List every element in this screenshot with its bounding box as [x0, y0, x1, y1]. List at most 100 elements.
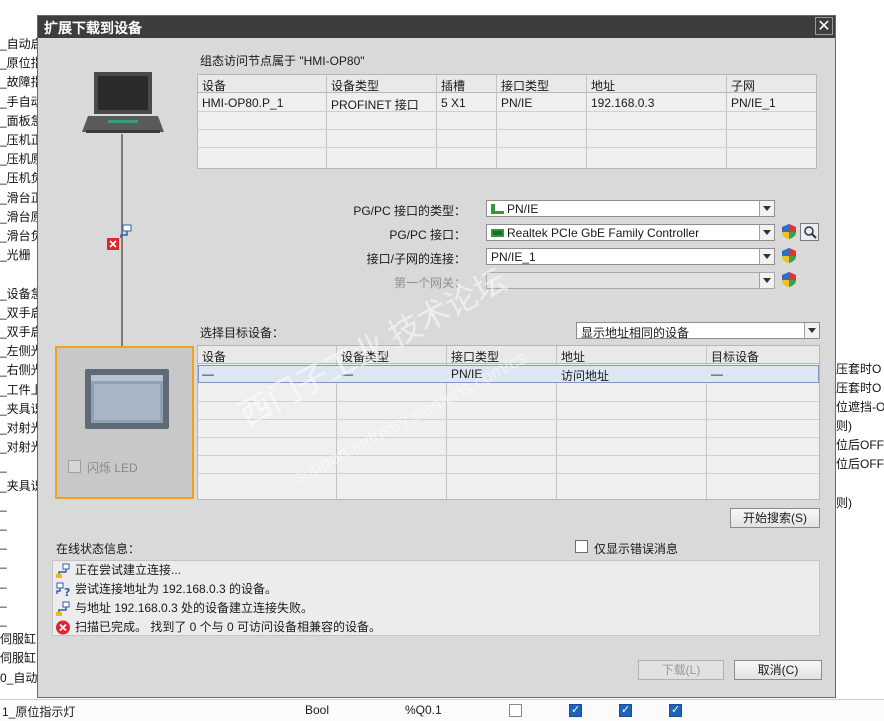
col-header-device: 设备 — [202, 350, 227, 364]
close-button[interactable]: ✕ — [815, 17, 833, 35]
target-device-panel: 闪烁 LED — [55, 346, 194, 499]
shield-icon[interactable] — [782, 224, 796, 239]
pgpc-type-value: PN/IE — [507, 202, 539, 216]
node-cell-interface-type: PN/IE — [501, 96, 533, 110]
cancel-button[interactable]: 取消(C) — [734, 660, 822, 680]
background-bottom-row: 1_原位指示灯 Bool %Q0.1 — [0, 699, 884, 721]
target-table-row-selected[interactable] — [198, 365, 819, 383]
background-list-item: _滑台原 — [0, 209, 40, 224]
target-cell-interface-type: PN/IE — [451, 367, 483, 381]
background-list-item: _ — [0, 593, 7, 608]
pgpc-type-label: PG/PC 接口的类型： — [353, 204, 466, 218]
background-list-item: _滑台负 — [0, 229, 40, 243]
magnifier-icon — [804, 226, 817, 239]
subnet-connection-value: PN/IE_1 — [491, 250, 536, 264]
status-message-text: 尝试连接地址为 192.168.0.3 的设备。 — [75, 582, 278, 596]
background-list-item: _ — [0, 555, 7, 570]
properties-button[interactable] — [800, 223, 819, 241]
target-cell-address: 访问地址 — [561, 369, 610, 383]
background-list-item: _压机原 — [0, 152, 40, 167]
target-filter-value: 显示地址相同的设备 — [581, 326, 690, 340]
target-device-table: 设备 设备类型 接口类型 地址 目标设备 — — PN/IE 访问地址 — — [197, 345, 820, 500]
col-header-address: 地址 — [561, 350, 586, 364]
flash-led-checkbox[interactable] — [68, 460, 81, 473]
shield-icon[interactable] — [782, 248, 796, 263]
chevron-down-icon[interactable] — [759, 225, 774, 240]
node-cell-subnet: PN/IE_1 — [731, 96, 776, 110]
background-list-item: _ — [0, 459, 7, 474]
target-cell-device-type: — — [341, 367, 353, 381]
errors-only-label: 仅显示错误消息 — [594, 542, 679, 556]
background-list-item: _压机负 — [0, 171, 40, 186]
connection-question-icon: ? — [56, 582, 70, 597]
target-device-label: 选择目标设备： — [200, 326, 285, 340]
row-checkbox-4[interactable] — [669, 703, 682, 717]
subnet-connection-dropdown[interactable]: PN/IE_1 — [486, 248, 775, 265]
background-list-item: _ — [0, 517, 7, 531]
download-button[interactable]: 下载(L) — [638, 660, 724, 680]
pgpc-interface-dropdown[interactable]: Realtek PCIe GbE Family Controller — [486, 224, 775, 241]
background-list-item: _对射光 — [0, 440, 40, 455]
status-message-list: 正在尝试建立连接... ? 尝试连接地址为 192.168.0.3 的设备。 与… — [52, 560, 820, 636]
variable-type: Bool — [305, 703, 330, 717]
background-list-item: _压机正 — [0, 133, 40, 147]
first-gateway-dropdown[interactable] — [486, 272, 775, 289]
status-message-text: 正在尝试建立连接... — [75, 563, 182, 577]
pgpc-type-dropdown[interactable]: PN/IE — [486, 200, 775, 217]
row-checkbox-2[interactable] — [569, 703, 582, 717]
background-comment-item: 压套时O — [836, 362, 882, 376]
chevron-down-icon[interactable] — [804, 323, 819, 338]
col-header-interface-type: 接口类型 — [451, 350, 500, 364]
col-header-device: 设备 — [202, 79, 227, 93]
background-list-item: _工件上 — [0, 382, 40, 397]
row-checkbox-1[interactable] — [509, 704, 522, 717]
background-list-item: _夹具识 — [0, 401, 40, 416]
shield-icon[interactable] — [782, 272, 796, 287]
row-checkbox-3[interactable] — [619, 703, 632, 717]
node-cell-slot: 5 X1 — [441, 96, 466, 110]
chevron-down-icon[interactable] — [759, 273, 774, 288]
node-table: 设备 设备类型 插槽 接口类型 地址 子网 HMI-OP80.P_1 PROFI… — [197, 74, 817, 169]
dialog-body: 闪烁 LED 组态访问节点属于 "HMI-OP80" 设备 设备类型 插槽 接口… — [38, 38, 835, 697]
node-caption: 组态访问节点属于 "HMI-OP80" — [200, 54, 365, 68]
dialog-title: 扩展下载到设备 — [44, 20, 142, 36]
hmi-panel-icon — [85, 369, 169, 429]
background-list-item: 伺服缸 — [0, 632, 37, 647]
background-comment-item: 位后OFF — [836, 438, 884, 452]
node-cell-device: HMI-OP80.P_1 — [202, 96, 284, 110]
background-list-item: _自动启 — [0, 37, 40, 51]
status-message-text: 扫描已完成。 找到了 0 个与 0 可访问设备相兼容的设备。 — [75, 620, 382, 634]
dialog-title-bar[interactable]: 扩展下载到设备 ✕ — [38, 16, 835, 38]
col-header-address: 地址 — [591, 79, 616, 93]
target-filter-dropdown[interactable]: 显示地址相同的设备 — [576, 322, 820, 340]
start-search-button[interactable]: 开始搜索(S) — [730, 508, 820, 528]
background-list-item: _设备急 — [0, 286, 40, 301]
background-list-item — [0, 265, 40, 283]
background-list-item: _原位指 — [0, 56, 40, 71]
background-list-item: _双手启 — [0, 305, 40, 320]
background-list-item: _滑台正 — [0, 190, 40, 205]
background-comment-column: 压套时O 压套时O 位遮挡-O 则) 位后OFF 位后OFF 则) — [834, 0, 884, 721]
background-list-item: _对射光 — [0, 421, 40, 435]
background-list-item: _面板急 — [0, 113, 40, 128]
connection-icon — [56, 563, 70, 578]
chevron-down-icon[interactable] — [759, 249, 774, 264]
background-list-item: _故障指 — [0, 75, 40, 90]
pg-pc-laptop-icon — [82, 72, 164, 133]
errors-only-checkbox[interactable] — [575, 540, 588, 553]
col-header-device-type: 设备类型 — [331, 79, 380, 93]
extended-download-dialog: 扩展下载到设备 ✕ 闪烁 LED 组态访问节点属于 "HMI-OP80" 设备 … — [37, 15, 836, 698]
target-cell-device: — — [202, 367, 214, 381]
background-comment-item: 位后OFF — [836, 457, 884, 471]
col-header-interface-type: 接口类型 — [501, 79, 550, 93]
variable-address: %Q0.1 — [405, 703, 442, 717]
background-list-item: _双手启 — [0, 325, 40, 339]
chevron-down-icon[interactable] — [759, 201, 774, 216]
connection-error-icon — [107, 238, 119, 250]
background-list-item: _ — [0, 497, 7, 512]
col-header-subnet: 子网 — [731, 79, 756, 93]
background-comment-item: 位遮挡-O — [836, 400, 884, 414]
background-list-item: _ — [0, 536, 7, 551]
background-comment-item: 则) — [836, 496, 852, 510]
background-list-item: _右侧光 — [0, 363, 40, 378]
